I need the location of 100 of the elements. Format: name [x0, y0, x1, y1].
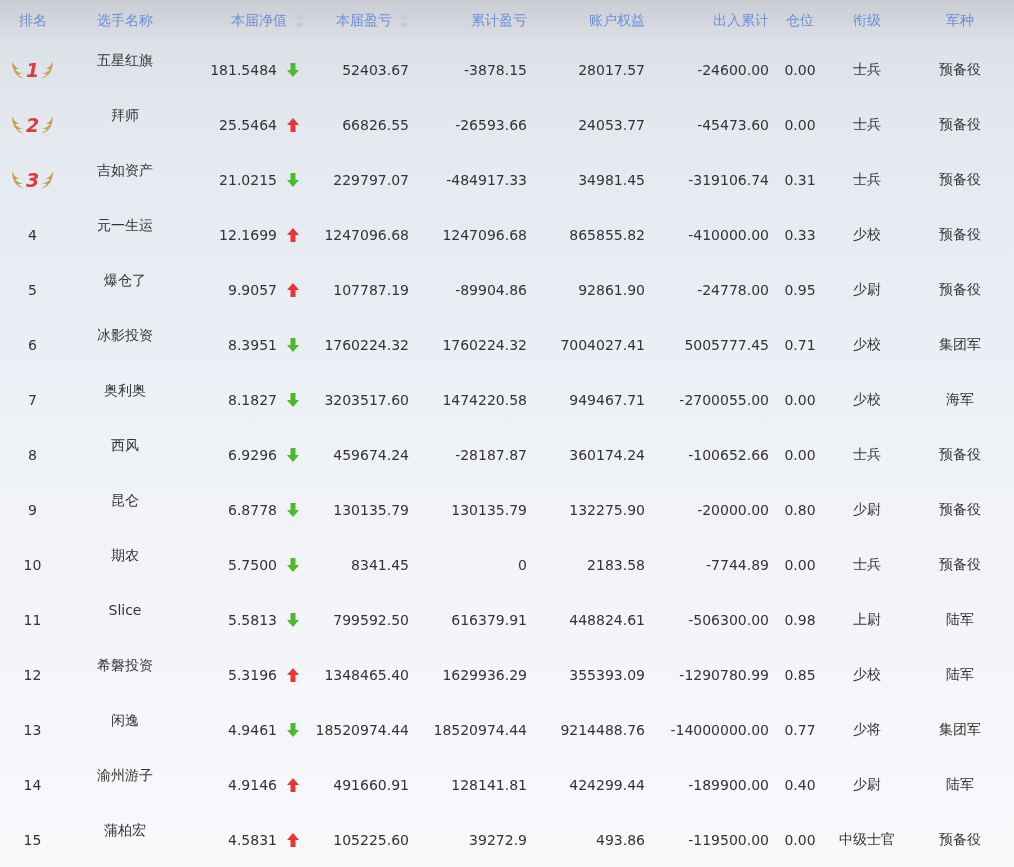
net-flow: -24600.00 — [697, 61, 769, 78]
net-value: 181.5484 — [210, 61, 277, 78]
session-profit: 459674.24 — [333, 446, 409, 463]
net-value: 6.8778 — [228, 501, 277, 518]
net-flow: -100652.66 — [688, 446, 769, 463]
net-flow: -14000000.00 — [670, 721, 769, 738]
net-value: 6.9296 — [228, 446, 277, 463]
net-value: 4.9461 — [228, 721, 277, 738]
position-ratio: 0.00 — [784, 446, 816, 463]
service-branch: 陆军 — [946, 775, 974, 794]
player-name: 希磐投资 — [97, 657, 153, 675]
service-branch: 预备役 — [939, 60, 981, 79]
session-profit: 107787.19 — [333, 281, 409, 298]
player-name: 期农 — [111, 547, 139, 565]
account-equity: 9214488.76 — [560, 721, 645, 738]
total-profit: 18520974.44 — [433, 721, 527, 738]
net-value: 21.0215 — [219, 171, 277, 188]
session-profit: 130135.79 — [333, 501, 409, 518]
rank-title: 少尉 — [853, 500, 881, 519]
account-equity: 360174.24 — [569, 446, 645, 463]
total-profit: -484917.33 — [446, 171, 527, 188]
service-branch: 陆军 — [946, 665, 974, 684]
rank-number: 4 — [28, 226, 37, 243]
rank-title: 少校 — [853, 225, 881, 244]
position-ratio: 0.00 — [784, 116, 816, 133]
column-header: 选手名称 — [97, 12, 153, 30]
service-branch: 预备役 — [939, 445, 981, 464]
rank-number: 14 — [23, 776, 42, 793]
session-profit: 52403.67 — [342, 61, 409, 78]
position-ratio: 0.95 — [784, 281, 816, 298]
net-value: 5.3196 — [228, 666, 277, 683]
service-branch: 预备役 — [939, 830, 981, 849]
account-equity: 493.86 — [596, 831, 645, 848]
net-flow: -20000.00 — [697, 501, 769, 518]
player-name: 元一生运 — [97, 217, 153, 235]
net-flow: -410000.00 — [688, 226, 769, 243]
column-header: 出入累计 — [713, 12, 769, 30]
session-profit: 1348465.40 — [324, 666, 409, 683]
rank-number: 10 — [23, 556, 42, 573]
total-profit: 130135.79 — [451, 501, 527, 518]
net-flow: -2700055.00 — [679, 391, 769, 408]
net-value: 4.5831 — [228, 831, 277, 848]
position-ratio: 0.00 — [784, 556, 816, 573]
player-name: 蒲柏宏 — [104, 822, 146, 840]
service-branch: 预备役 — [939, 280, 981, 299]
service-branch: 陆军 — [946, 610, 974, 629]
column-header[interactable]: 本届盈亏 — [336, 12, 392, 30]
total-profit: 1247096.68 — [442, 226, 527, 243]
rank-number: 13 — [23, 721, 42, 738]
session-profit: 1247096.68 — [324, 226, 409, 243]
rank-title: 少校 — [853, 665, 881, 684]
account-equity: 34981.45 — [578, 171, 645, 188]
total-profit: 616379.91 — [451, 611, 527, 628]
position-ratio: 0.80 — [784, 501, 816, 518]
column-header: 排名 — [18, 12, 47, 30]
player-name: 昆仑 — [111, 492, 139, 510]
column-header: 累计盈亏 — [471, 12, 527, 30]
session-profit: 8341.45 — [351, 556, 409, 573]
rank-title: 少尉 — [853, 280, 881, 299]
rank-title: 少校 — [853, 335, 881, 354]
rank-title: 士兵 — [853, 445, 881, 464]
player-name: 渝州游子 — [97, 767, 153, 785]
net-flow: -319106.74 — [688, 171, 769, 188]
net-value: 8.1827 — [228, 391, 277, 408]
player-name: 爆仓了 — [104, 272, 146, 290]
net-flow: -189900.00 — [688, 776, 769, 793]
winged-rank-badge: 2 — [10, 113, 55, 136]
net-flow: -119500.00 — [688, 831, 769, 848]
rank-number: 15 — [23, 831, 42, 848]
player-name: 五星红旗 — [97, 52, 153, 70]
total-profit: -28187.87 — [455, 446, 527, 463]
rank-title: 士兵 — [853, 115, 881, 134]
column-header: 账户权益 — [589, 12, 645, 30]
position-ratio: 0.31 — [784, 171, 816, 188]
account-equity: 424299.44 — [569, 776, 645, 793]
net-flow: -506300.00 — [688, 611, 769, 628]
column-header: 军种 — [946, 12, 974, 30]
account-equity: 865855.82 — [569, 226, 645, 243]
net-value: 4.9146 — [228, 776, 277, 793]
session-profit: 3203517.60 — [324, 391, 409, 408]
total-profit: 1474220.58 — [442, 391, 527, 408]
net-value: 9.9057 — [228, 281, 277, 298]
net-flow: -1290780.99 — [679, 666, 769, 683]
service-branch: 预备役 — [939, 500, 981, 519]
total-profit: 39272.9 — [469, 831, 527, 848]
account-equity: 448824.61 — [569, 611, 645, 628]
total-profit: -89904.86 — [455, 281, 527, 298]
position-ratio: 0.85 — [784, 666, 816, 683]
player-name: 吉如资产 — [97, 162, 153, 180]
player-name: Slice — [108, 602, 142, 618]
service-branch: 预备役 — [939, 555, 981, 574]
column-header[interactable]: 本届净值 — [231, 12, 287, 30]
service-branch: 预备役 — [939, 115, 981, 134]
player-name: 闲逸 — [111, 712, 139, 730]
player-name: 拜师 — [111, 107, 139, 125]
net-value: 8.3951 — [228, 336, 277, 353]
net-value: 5.5813 — [228, 611, 277, 628]
rank-number: 6 — [28, 336, 37, 353]
account-equity: 28017.57 — [578, 61, 645, 78]
account-equity: 355393.09 — [569, 666, 645, 683]
